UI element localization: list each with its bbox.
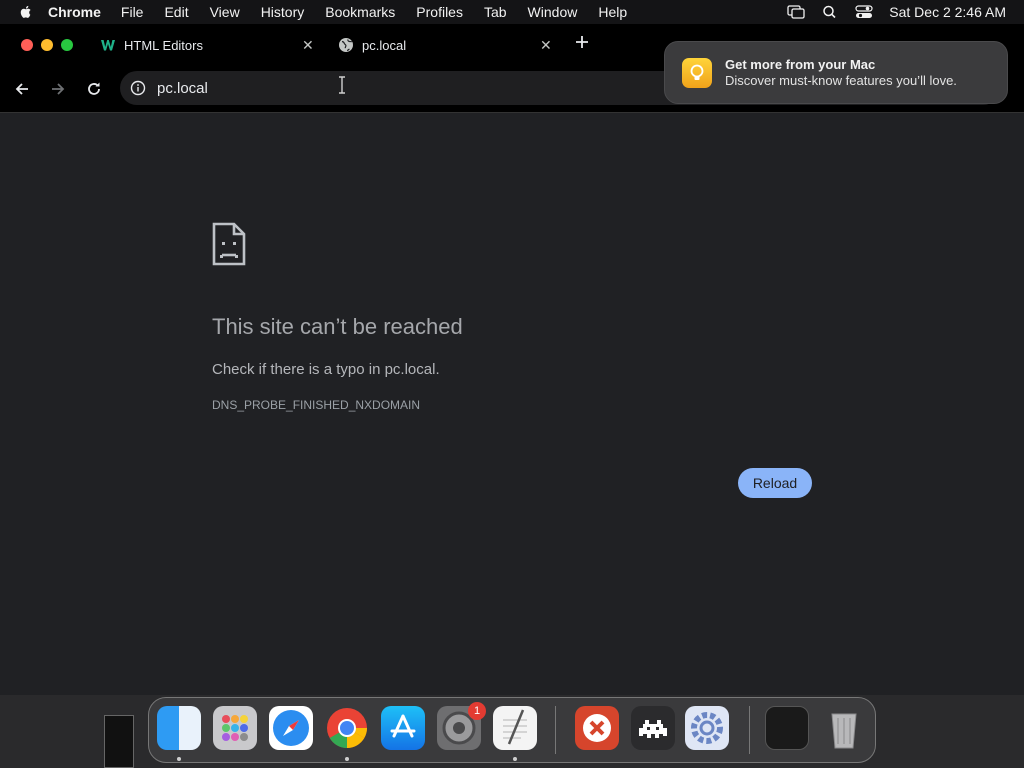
tab-title: pc.local xyxy=(362,37,407,53)
menu-profiles[interactable]: Profiles xyxy=(416,4,463,20)
trash-icon[interactable] xyxy=(822,706,866,750)
remote-desktop-icon[interactable] xyxy=(575,706,619,750)
menu-app-name[interactable]: Chrome xyxy=(48,4,101,20)
app-store-icon[interactable] xyxy=(381,706,425,750)
forward-arrow-icon[interactable] xyxy=(49,80,67,98)
notification-title: Get more from your Mac xyxy=(725,57,876,72)
finder-icon[interactable] xyxy=(157,706,201,750)
error-page xyxy=(0,113,1024,695)
status-area: Sat Dec 2 2:46 AM xyxy=(771,0,1006,24)
menu-view[interactable]: View xyxy=(210,4,240,20)
site-info-icon[interactable] xyxy=(130,80,146,96)
running-indicator xyxy=(345,757,349,761)
control-center-icon[interactable] xyxy=(855,5,873,19)
preferences-gear-icon[interactable] xyxy=(685,706,729,750)
system-notification[interactable]: Get more from your Mac Discover must-kno… xyxy=(664,41,1008,104)
apple-logo-icon[interactable] xyxy=(18,4,34,20)
running-indicator xyxy=(513,757,517,761)
w-logo-icon xyxy=(101,40,115,51)
menu-edit[interactable]: Edit xyxy=(164,4,188,20)
minimized-window-thumbnail[interactable] xyxy=(104,715,134,768)
notification-badge: 1 xyxy=(468,702,486,720)
menu-tab[interactable]: Tab xyxy=(484,4,507,20)
textedit-icon[interactable] xyxy=(493,706,537,750)
menu-help[interactable]: Help xyxy=(598,4,627,20)
reload-button[interactable]: Reload xyxy=(738,468,812,498)
running-indicator xyxy=(177,757,181,761)
menu-history[interactable]: History xyxy=(261,4,305,20)
error-title: This site can’t be reached xyxy=(212,314,463,339)
error-code: DNS_PROBE_FINISHED_NXDOMAIN xyxy=(212,398,421,412)
dock-separator xyxy=(749,706,750,754)
menu-bar: Chrome File Edit View History Bookmarks … xyxy=(0,0,1024,24)
tab-title: HTML Editors xyxy=(124,37,203,53)
launchpad-icon[interactable] xyxy=(213,706,257,750)
error-message: Check if there is a typo in pc.local. xyxy=(212,361,440,378)
menu-file[interactable]: File xyxy=(121,4,144,20)
text-cursor-icon xyxy=(339,76,345,94)
sad-document-icon xyxy=(212,222,246,266)
tab-html-editors[interactable]: HTML Editors ✕ xyxy=(100,30,322,60)
space-invader-game-icon[interactable] xyxy=(631,706,675,750)
spotlight-search-icon[interactable] xyxy=(821,5,839,19)
close-tab-icon[interactable]: ✕ xyxy=(540,37,552,54)
notification-body: Discover must-know features you’ll love. xyxy=(725,73,957,88)
new-tab-plus-icon[interactable] xyxy=(574,34,590,50)
globe-icon xyxy=(339,38,353,52)
zoom-window-button[interactable] xyxy=(61,39,73,51)
close-tab-icon[interactable]: ✕ xyxy=(302,37,314,54)
screen-mirroring-icon[interactable] xyxy=(787,5,805,19)
back-arrow-icon[interactable] xyxy=(13,80,31,98)
close-window-button[interactable] xyxy=(21,39,33,51)
minimize-window-button[interactable] xyxy=(41,39,53,51)
address-url[interactable]: pc.local xyxy=(157,80,208,97)
dock-separator xyxy=(555,706,556,754)
tab-pc-local[interactable]: pc.local ✕ xyxy=(338,30,560,60)
menu-bookmarks[interactable]: Bookmarks xyxy=(325,4,395,20)
tips-lightbulb-icon xyxy=(682,58,712,88)
menubar-clock[interactable]: Sat Dec 2 2:46 AM xyxy=(889,4,1006,20)
safari-compass-icon[interactable] xyxy=(269,706,313,750)
menu-window[interactable]: Window xyxy=(528,4,578,20)
chrome-icon[interactable] xyxy=(325,706,369,750)
reload-icon[interactable] xyxy=(85,80,103,98)
recent-document-thumbnail[interactable] xyxy=(765,706,809,750)
